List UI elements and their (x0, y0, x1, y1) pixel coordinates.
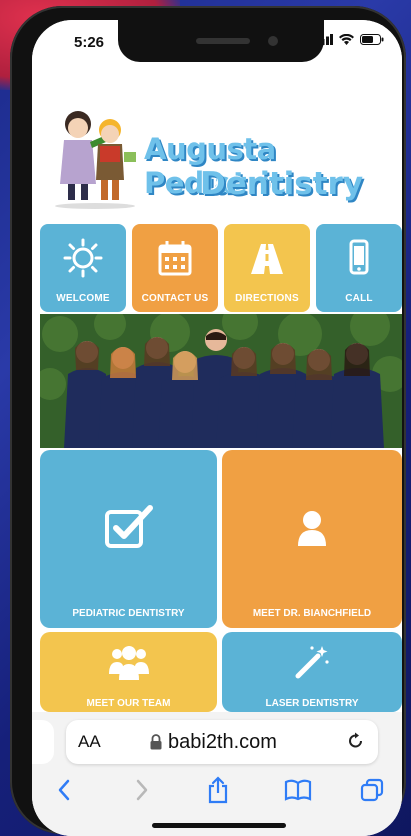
phone-screen: 5:26 Augusta Pediatric Dentistry WELCOME… (32, 20, 402, 836)
road-icon (251, 244, 283, 274)
bookmarks-button[interactable] (280, 772, 316, 808)
wifi-icon (339, 34, 354, 45)
previous-tab-preview[interactable] (32, 720, 54, 764)
site-header: Augusta Pediatric Dentistry (32, 86, 402, 216)
status-bar: 5:26 (32, 20, 402, 64)
contact-us-tile[interactable]: CONTACT US (132, 224, 218, 312)
address-bar[interactable]: AA babi2th.com (66, 720, 378, 764)
meet-dr-bianchfield-label: MEET DR. BIANCHFIELD (252, 608, 372, 619)
tabs-button[interactable] (354, 772, 390, 808)
pediatric-dentistry-tile[interactable]: PEDIATRIC DENTISTRY (40, 450, 217, 628)
battery-icon (360, 34, 384, 45)
share-icon (208, 776, 228, 804)
text-size-button[interactable]: AA (78, 732, 101, 752)
back-button[interactable] (46, 772, 82, 808)
meet-our-team-tile[interactable]: MEET OUR TEAM (40, 632, 217, 712)
laser-dentistry-tile[interactable]: LASER DENTISTRY (222, 632, 402, 712)
team-photo (40, 314, 402, 448)
call-tile[interactable]: CALL (316, 224, 402, 312)
sun-icon (63, 238, 103, 278)
brand-title-line2[interactable]: Dentistry (200, 166, 363, 202)
call-tile-label: CALL (345, 293, 373, 304)
tabs-icon (360, 778, 384, 802)
meet-our-team-label: MEET OUR TEAM (86, 698, 171, 709)
url-text[interactable]: babi2th.com (168, 731, 277, 754)
contact-us-tile-label: CONTACT US (141, 293, 209, 304)
nav-tiles: WELCOME CONTACT US DIRECTIONS CALL (40, 224, 402, 312)
phone-frame: 5:26 Augusta Pediatric Dentistry WELCOME… (10, 6, 406, 836)
browser-toolbar (32, 772, 402, 812)
kids-logo-illustration[interactable] (50, 106, 140, 210)
home-indicator[interactable] (152, 823, 286, 828)
status-icons (317, 34, 384, 45)
checkbox-icon (105, 505, 153, 548)
person-icon (298, 511, 326, 546)
phone-icon (349, 239, 369, 275)
notch (118, 20, 324, 62)
book-icon (284, 779, 312, 801)
directions-tile-label: DIRECTIONS (235, 293, 299, 304)
signal-icon (317, 34, 333, 45)
browser-chrome: AA babi2th.com (32, 712, 402, 836)
lock-icon (150, 734, 162, 750)
chevron-right-icon (136, 779, 148, 801)
meet-dr-bianchfield-tile[interactable]: MEET DR. BIANCHFIELD (222, 450, 402, 628)
forward-button[interactable] (124, 772, 160, 808)
pediatric-dentistry-label: PEDIATRIC DENTISTRY (72, 608, 185, 619)
status-time: 5:26 (74, 34, 105, 51)
laser-dentistry-label: LASER DENTISTRY (265, 698, 359, 709)
welcome-tile-label: WELCOME (56, 293, 110, 304)
calendar-icon (158, 241, 192, 276)
welcome-tile[interactable]: WELCOME (40, 224, 126, 312)
magic-wand-icon (295, 646, 329, 679)
group-icon (109, 646, 149, 680)
reload-icon[interactable] (346, 731, 366, 751)
directions-tile[interactable]: DIRECTIONS (224, 224, 310, 312)
chevron-left-icon (58, 779, 70, 801)
share-button[interactable] (200, 772, 236, 808)
